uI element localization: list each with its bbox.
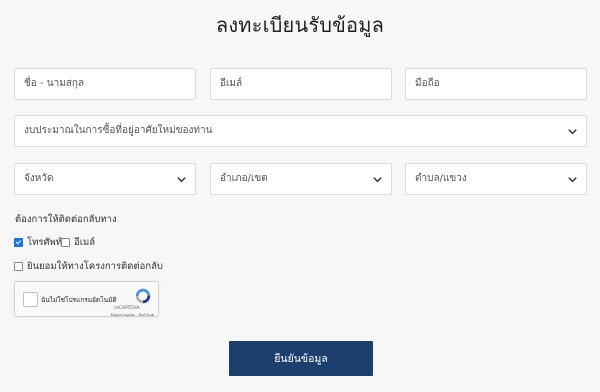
recaptcha-brand: reCAPTCHA (114, 306, 140, 311)
contact-email-label: อีเมล์ (74, 237, 96, 248)
recaptcha-checkbox[interactable] (23, 292, 38, 307)
contact-method-label: ต้องการให้ติดต่อกลับทาง (15, 214, 117, 225)
consent-label: ยินยอมให้ทางโครงการติดต่อกลับ (27, 261, 163, 272)
contact-phone-checkbox[interactable] (14, 238, 23, 247)
recaptcha-label: ฉันไม่ใช่โปรแกรมอัตโนมัติ (41, 296, 117, 304)
province-select[interactable]: จังหวัด (14, 163, 196, 195)
contact-email-checkbox[interactable] (61, 238, 70, 247)
contact-email-option[interactable]: อีเมล์ (61, 235, 95, 250)
consent-option[interactable]: ยินยอมให้ทางโครงการติดต่อกลับ (14, 259, 163, 274)
subdistrict-select[interactable]: ตำบล/แขวง (405, 163, 587, 195)
email-placeholder: อีเมล์ (220, 78, 243, 89)
name-placeholder: ชื่อ - นามสกุล (24, 78, 85, 89)
chevron-down-icon (373, 177, 382, 183)
email-input[interactable]: อีเมล์ (210, 68, 392, 100)
contact-phone-option[interactable]: โทรศัพท์ (14, 235, 62, 250)
chevron-down-icon (177, 177, 186, 183)
phone-input[interactable]: มือถือ (405, 68, 587, 100)
recaptcha-logo-icon (135, 288, 151, 304)
district-select-label: อำเภอ/เขต (220, 173, 268, 184)
province-select-label: จังหวัด (24, 173, 54, 184)
consent-checkbox[interactable] (14, 262, 23, 271)
chevron-down-icon (568, 129, 577, 135)
budget-select[interactable]: งบประมาณในการซื้อที่อยู่อาศัยใหม่ของท่าน (14, 115, 587, 147)
recaptcha-widget: ฉันไม่ใช่โปรแกรมอัตโนมัติ reCAPTCHA ข้อม… (14, 281, 159, 317)
page-title: ลงทะเบียนรับข้อมูล (215, 13, 385, 37)
name-input[interactable]: ชื่อ - นามสกุล (14, 68, 196, 100)
district-select[interactable]: อำเภอ/เขต (210, 163, 392, 195)
budget-select-label: งบประมาณในการซื้อที่อยู่อาศัยใหม่ของท่าน (24, 125, 213, 136)
recaptcha-terms[interactable]: ข้อมูลส่วนบุคคล - ข้อกำหนด (94, 312, 154, 318)
subdistrict-select-label: ตำบล/แขวง (415, 173, 467, 184)
phone-placeholder: มือถือ (415, 78, 440, 89)
contact-phone-label: โทรศัพท์ (27, 237, 63, 248)
submit-button[interactable]: ยืนยันข้อมูล (229, 341, 373, 376)
chevron-down-icon (568, 177, 577, 183)
